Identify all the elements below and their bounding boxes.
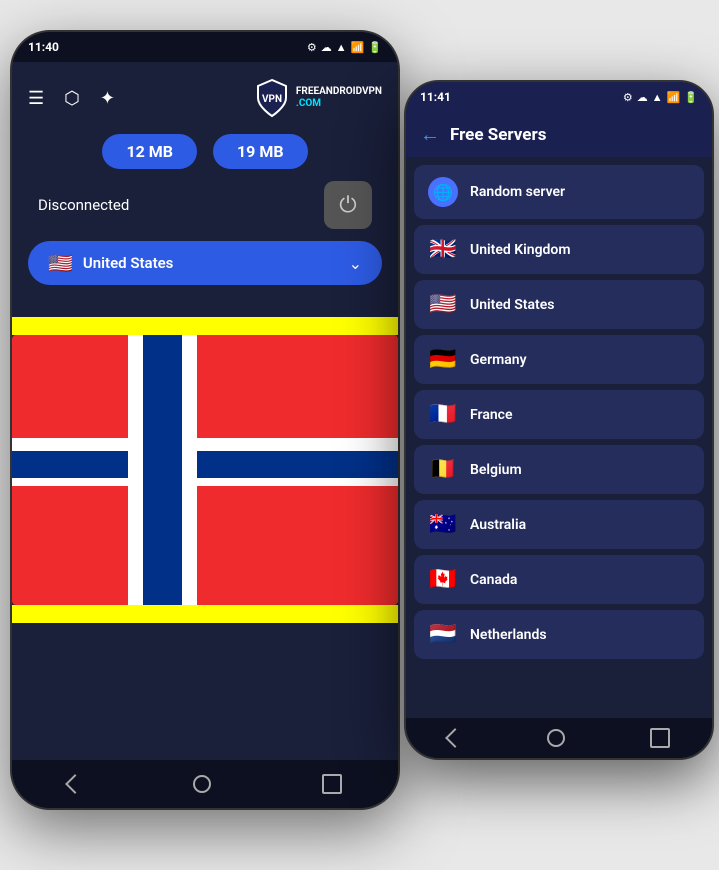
connection-status: Disconnected [38, 196, 129, 214]
server-name: Australia [470, 517, 526, 533]
weather-icon: ☁ [321, 41, 332, 54]
menu-icon[interactable]: ☰ [28, 88, 44, 109]
battery-icon-r: 🔋 [684, 91, 698, 104]
power-button[interactable]: ⏻ [324, 181, 372, 229]
stats-row: 12 MB 19 MB [28, 134, 382, 169]
server-flag: 🇨🇦 [428, 567, 458, 592]
weather-icon-r: ☁ [637, 91, 648, 104]
chevron-down-icon: ⌄ [349, 254, 362, 273]
server-name: Canada [470, 572, 517, 588]
wifi-icon: ▲ [336, 41, 347, 54]
right-nav-bar [406, 718, 712, 758]
upload-stat: 19 MB [213, 134, 308, 169]
recents-nav-button[interactable] [322, 774, 342, 794]
back-nav-button[interactable] [65, 774, 85, 794]
left-status-icons: ⚙ ☁ ▲ 📶 🔋 [307, 41, 382, 54]
server-flag: 🇳🇱 [428, 622, 458, 647]
right-time: 11:41 [420, 90, 451, 104]
left-content: ☰ ⬡ ✦ VPN FREEANDROIDVPN .COM 12 MB 19 M… [12, 62, 398, 317]
back-nav-right[interactable] [445, 728, 465, 748]
left-nav-bar [12, 760, 398, 808]
server-name: United Kingdom [470, 242, 571, 258]
logo-shield-icon: VPN [254, 78, 290, 118]
country-selector[interactable]: 🇺🇸 United States ⌄ [28, 241, 382, 285]
server-name: Netherlands [470, 627, 547, 643]
server-item[interactable]: 🇩🇪 Germany [414, 335, 704, 384]
server-item[interactable]: 🇫🇷 France [414, 390, 704, 439]
settings-icon: ⚙ [307, 41, 317, 54]
svg-text:VPN: VPN [262, 94, 282, 105]
cross-h-blue [12, 451, 398, 478]
server-name: Germany [470, 352, 527, 368]
server-item[interactable]: 🇨🇦 Canada [414, 555, 704, 604]
wifi-icon-r: ▲ [652, 91, 663, 104]
right-header: ← Free Servers [406, 112, 712, 157]
server-item[interactable]: 🇬🇧 United Kingdom [414, 225, 704, 274]
signal-icon: 📶 [351, 41, 365, 54]
server-item[interactable]: 🇳🇱 Netherlands [414, 610, 704, 659]
battery-icon: 🔋 [368, 41, 382, 54]
server-name: United States [470, 297, 554, 313]
cross-v-blue [143, 335, 182, 605]
recents-nav-right[interactable] [650, 728, 670, 748]
phone-left: 11:40 ⚙ ☁ ▲ 📶 🔋 ☰ ⬡ ✦ VPN FREEANDROIDVPN… [10, 30, 400, 810]
settings-icon-r: ⚙ [623, 91, 633, 104]
signal-icon-r: 📶 [667, 91, 681, 104]
back-button[interactable]: ← [420, 122, 440, 147]
server-flag: 🇺🇸 [428, 292, 458, 317]
server-item[interactable]: 🇦🇺 Australia [414, 500, 704, 549]
server-name: France [470, 407, 513, 423]
server-flag: 🇬🇧 [428, 237, 458, 262]
flag-display [12, 335, 398, 605]
selected-country-flag: 🇺🇸 [48, 251, 73, 275]
server-item[interactable]: 🌐 Random server [414, 165, 704, 219]
toolbar: ☰ ⬡ ✦ VPN FREEANDROIDVPN .COM [28, 78, 382, 118]
server-item[interactable]: 🇧🇪 Belgium [414, 445, 704, 494]
selected-country-name: United States [83, 254, 339, 272]
right-status-icons: ⚙ ☁ ▲ 📶 🔋 [623, 91, 698, 104]
server-flag: 🇧🇪 [428, 457, 458, 482]
server-item[interactable]: 🇺🇸 United States [414, 280, 704, 329]
server-list: 🌐 Random server 🇬🇧 United Kingdom 🇺🇸 United S… [406, 157, 712, 733]
server-flag: 🌐 [428, 177, 458, 207]
server-flag: 🇦🇺 [428, 512, 458, 537]
logo-area: VPN FREEANDROIDVPN .COM [254, 78, 382, 118]
yellow-bar-bottom [12, 605, 398, 623]
phone-right: 11:41 ⚙ ☁ ▲ 📶 🔋 ← Free Servers 🌐 Random s… [404, 80, 714, 760]
power-icon: ⏻ [339, 193, 356, 218]
yellow-bar-top [12, 317, 398, 335]
favorites-icon[interactable]: ✦ [100, 88, 115, 109]
logo-text: FREEANDROIDVPN .COM [296, 86, 382, 110]
right-status-bar: 11:41 ⚙ ☁ ▲ 📶 🔋 [406, 82, 712, 112]
server-flag: 🇫🇷 [428, 402, 458, 427]
home-nav-button[interactable] [193, 775, 211, 793]
page-title: Free Servers [450, 125, 546, 145]
server-flag: 🇩🇪 [428, 347, 458, 372]
share-icon[interactable]: ⬡ [64, 88, 80, 109]
status-row: Disconnected ⏻ [28, 181, 382, 229]
download-stat: 12 MB [102, 134, 197, 169]
left-status-bar: 11:40 ⚙ ☁ ▲ 📶 🔋 [12, 32, 398, 62]
left-time: 11:40 [28, 40, 59, 54]
home-nav-right[interactable] [547, 729, 565, 747]
server-name: Belgium [470, 462, 522, 478]
server-name: Random server [470, 184, 565, 200]
